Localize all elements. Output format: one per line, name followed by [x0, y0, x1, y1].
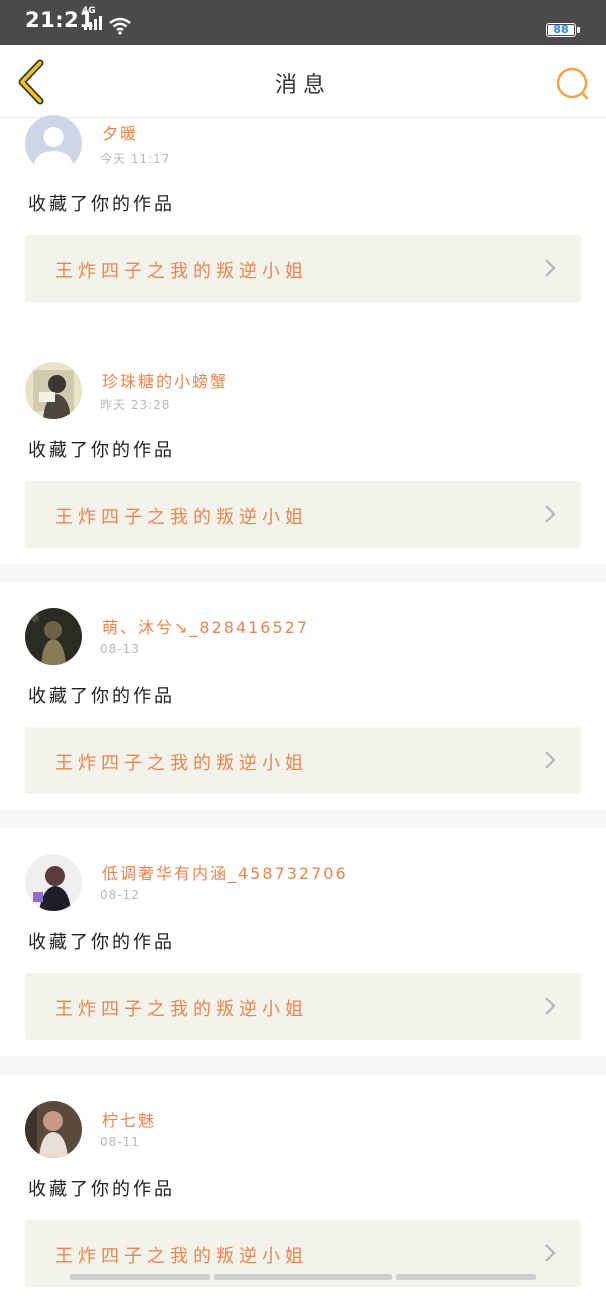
work-link[interactable]: 王炸四子之我的叛逆小姐	[25, 727, 581, 794]
message-item: 夕暖 今天 11:17 收藏了你的作品 王炸四子之我的叛逆小姐	[0, 115, 606, 346]
message-time: 08-13	[100, 642, 140, 656]
work-title: 王炸四子之我的叛逆小姐	[55, 999, 308, 1020]
message-action: 收藏了你的作品	[28, 1179, 175, 1200]
username[interactable]: 萌、沐兮↘_828416527	[102, 614, 309, 638]
username[interactable]: 柠七魅	[102, 1107, 156, 1131]
avatar[interactable]	[25, 362, 82, 419]
chevron-right-icon	[545, 997, 556, 1015]
chevron-right-icon	[545, 751, 556, 769]
message-action: 收藏了你的作品	[28, 686, 175, 707]
avatar[interactable]	[25, 115, 82, 172]
wifi-icon	[109, 17, 131, 35]
message-item: 珍珠糖的小螃蟹 昨天 23:28 收藏了你的作品 王炸四子之我的叛逆小姐	[0, 336, 606, 564]
signal-icon	[84, 16, 102, 30]
username[interactable]: 珍珠糖的小螃蟹	[102, 368, 228, 392]
username[interactable]: 低调奢华有内涵_458732706	[102, 860, 348, 884]
username[interactable]: 夕暖	[102, 120, 138, 144]
work-title: 王炸四子之我的叛逆小姐	[55, 261, 308, 282]
avatar[interactable]	[25, 608, 82, 665]
work-link[interactable]: 王炸四子之我的叛逆小姐	[25, 973, 581, 1040]
bottom-indicator	[70, 1274, 536, 1280]
work-title: 王炸四子之我的叛逆小姐	[55, 753, 308, 774]
message-time: 08-11	[100, 1135, 140, 1149]
chevron-right-icon	[545, 259, 556, 277]
work-title: 王炸四子之我的叛逆小姐	[55, 1246, 308, 1267]
message-action: 收藏了你的作品	[28, 194, 175, 215]
work-link[interactable]: 王炸四子之我的叛逆小姐	[25, 235, 581, 302]
network-type: 4G	[82, 6, 96, 16]
search-icon[interactable]	[554, 65, 592, 103]
message-time: 昨天 23:28	[100, 398, 171, 412]
chevron-right-icon	[545, 1244, 556, 1262]
work-title: 王炸四子之我的叛逆小姐	[55, 507, 308, 528]
avatar[interactable]	[25, 854, 82, 911]
nav-bar: 消息	[0, 45, 606, 118]
message-item: 柠七魅 08-11 收藏了你的作品 王炸四子之我的叛逆小姐	[0, 1075, 606, 1303]
battery-level: 88	[548, 24, 574, 35]
message-action: 收藏了你的作品	[28, 932, 175, 953]
message-time: 08-12	[100, 888, 140, 902]
message-time: 今天 11:17	[100, 152, 171, 166]
battery-icon: 88	[546, 23, 580, 37]
message-item: 低调奢华有内涵_458732706 08-12 收藏了你的作品 王炸四子之我的叛…	[0, 828, 606, 1056]
status-bar: 21:21 4G 88	[0, 0, 606, 45]
work-link[interactable]: 王炸四子之我的叛逆小姐	[25, 481, 581, 548]
page-title: 消息	[274, 73, 331, 98]
message-action: 收藏了你的作品	[28, 440, 175, 461]
avatar[interactable]	[25, 1101, 82, 1158]
chevron-right-icon	[545, 505, 556, 523]
message-item: 萌、沐兮↘_828416527 08-13 收藏了你的作品 王炸四子之我的叛逆小…	[0, 582, 606, 810]
